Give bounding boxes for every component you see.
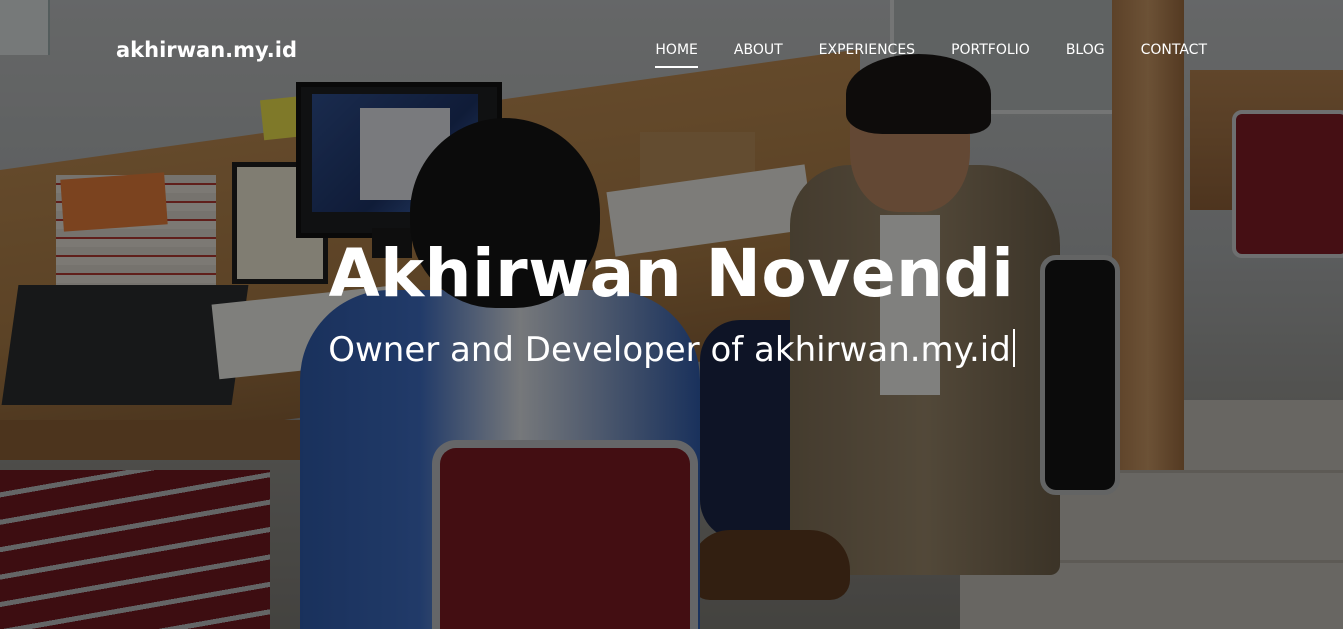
nav-menu: HOME ABOUT EXPERIENCES PORTFOLIO BLOG CO…: [655, 42, 1207, 68]
brand-logo-link[interactable]: akhirwan.my.id: [116, 38, 297, 62]
nav-item-about[interactable]: ABOUT: [734, 42, 783, 68]
nav-item-experiences[interactable]: EXPERIENCES: [819, 42, 915, 68]
hero-title: Akhirwan Novendi: [328, 235, 1015, 312]
navbar: akhirwan.my.id HOME ABOUT EXPERIENCES PO…: [0, 0, 1343, 100]
hero-content: Akhirwan Novendi Owner and Developer of …: [0, 232, 1343, 374]
nav-item-portfolio[interactable]: PORTFOLIO: [951, 42, 1030, 68]
hero-subtitle: Owner and Developer of akhirwan.my.id: [328, 330, 1011, 370]
hero-subtitle-line: Owner and Developer of akhirwan.my.id: [0, 326, 1343, 374]
typing-cursor: [1012, 329, 1015, 367]
nav-item-blog[interactable]: BLOG: [1066, 42, 1105, 68]
hero-section: akhirwan.my.id HOME ABOUT EXPERIENCES PO…: [0, 0, 1343, 629]
nav-item-home[interactable]: HOME: [655, 42, 699, 68]
nav-item-contact[interactable]: CONTACT: [1141, 42, 1207, 68]
